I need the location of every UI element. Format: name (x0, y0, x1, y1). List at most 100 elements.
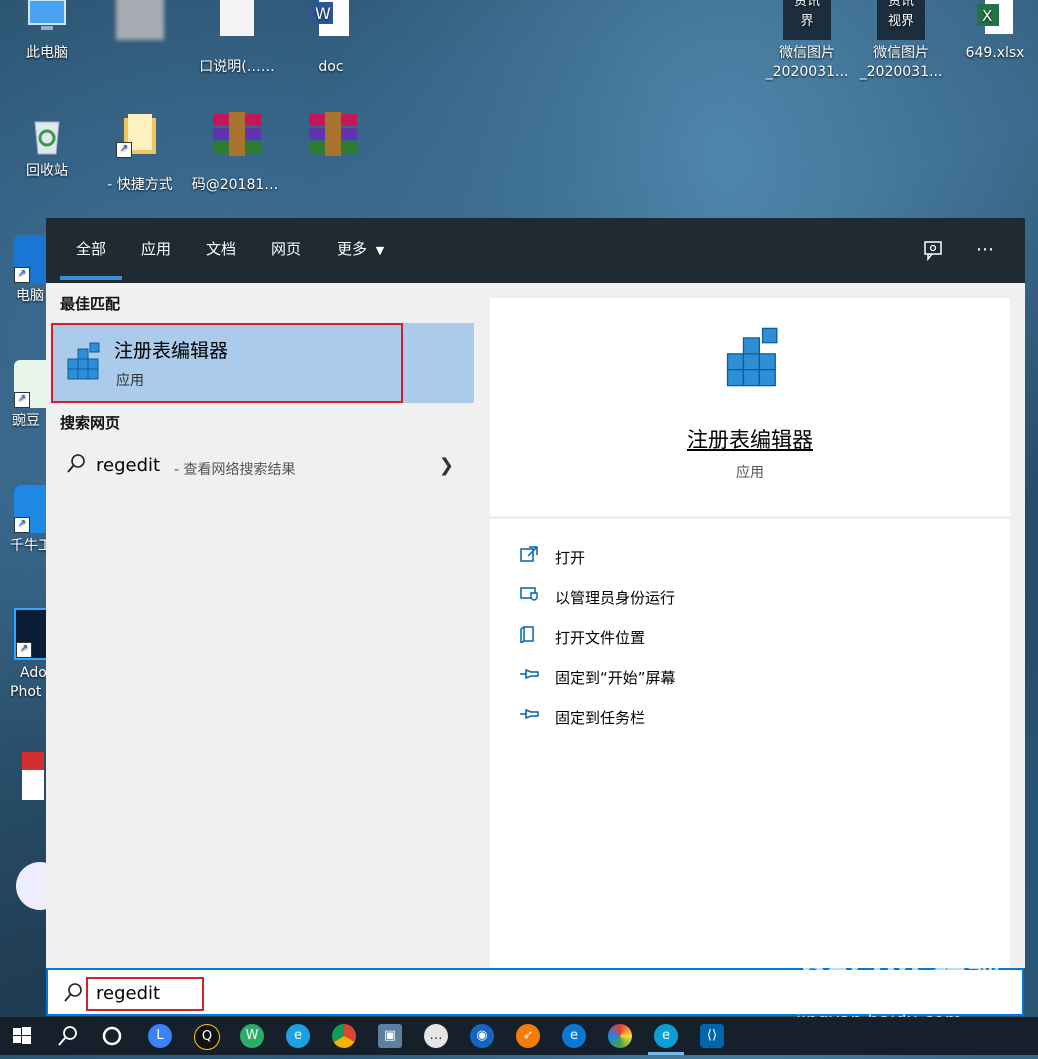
web-query-hint: - 查看网络搜索结果 (174, 462, 296, 478)
desktop-icon-news-1[interactable]: 资讯界 微信图片 _2020031... (762, 0, 852, 82)
best-match-heading: 最佳匹配 (60, 295, 121, 313)
search-input[interactable] (94, 978, 398, 1008)
detail-header: 注册表编辑器 应用 (490, 298, 1010, 519)
qr-image-icon (116, 0, 164, 40)
news-image-icon: 资讯界 (783, 0, 831, 40)
feedback-icon (924, 241, 942, 262)
app-l-icon: L (148, 1024, 172, 1048)
action-pin-to-start[interactable]: 固定到“开始”屏幕 (518, 661, 978, 691)
qq-icon: Q (194, 1024, 220, 1050)
tab-apps[interactable]: 应用 (141, 218, 171, 283)
chevron-right-icon[interactable]: ❯ (439, 455, 454, 476)
tab-more[interactable]: 更多 ▼ (337, 218, 384, 283)
taskbar-edge-beta[interactable]: e (644, 1017, 688, 1055)
action-pin-to-taskbar[interactable]: 固定到任务栏 (518, 701, 978, 731)
wechat-icon: W (240, 1024, 264, 1048)
taskbar-ie[interactable]: e (276, 1017, 320, 1055)
desktop-icon-news-2[interactable]: 资讯 视界 微信图片 _2020031... (856, 0, 946, 82)
taskbar-maps[interactable]: ◉ (460, 1017, 504, 1055)
taskbar-qq[interactable]: Q (184, 1017, 228, 1055)
shortcut-arrow-icon: ↗ (16, 642, 32, 658)
desktop-icon-folder-shortcut[interactable]: ↗ - 快捷方式 (95, 110, 185, 195)
compass-icon: ➶ (516, 1024, 540, 1048)
pdf-icon (22, 752, 44, 800)
shield-icon (518, 585, 540, 605)
baidu-watermark: Bai du 经验 (800, 948, 1001, 988)
cortana-button[interactable] (90, 1017, 134, 1055)
text-file-icon (213, 0, 261, 40)
ie-icon: e (286, 1024, 310, 1048)
start-button[interactable] (0, 1017, 44, 1055)
svg-text:W: W (315, 4, 331, 23)
winrar-archive-icon (307, 110, 357, 158)
action-open[interactable]: 打开 (518, 541, 978, 571)
maps-icon: ◉ (470, 1024, 494, 1048)
result-type: 应用 (116, 373, 144, 389)
taskbar-edge[interactable]: e (552, 1017, 596, 1055)
remote-icon: ▣ (378, 1024, 402, 1048)
folder-icon: ↗ (116, 110, 164, 158)
palette-icon (608, 1024, 632, 1048)
desktop-icon-this-pc[interactable]: 此电脑 (2, 0, 92, 63)
tab-web[interactable]: 网页 (271, 218, 301, 283)
vscode-icon: ⟨⟩ (700, 1024, 724, 1048)
excel-icon: X (971, 0, 1019, 40)
start-search-panel: 全部 应用 文档 网页 更多 ▼ ⋯ 最佳匹配 注册表编辑器 应用 搜索网页 r… (46, 218, 1025, 968)
open-icon (518, 545, 540, 565)
search-web-heading: 搜索网页 (60, 414, 121, 432)
search-filter-header: 全部 应用 文档 网页 更多 ▼ ⋯ (46, 218, 1025, 283)
chat-icon: … (424, 1024, 448, 1048)
edge-icon: e (562, 1024, 586, 1048)
feedback-button[interactable] (918, 235, 948, 265)
web-query-text: regedit (96, 455, 161, 476)
taskbar-compass[interactable]: ➶ (506, 1017, 550, 1055)
taskbar-remote[interactable]: ▣ (368, 1017, 412, 1055)
winrar-archive-icon (211, 110, 261, 158)
taskbar-app-l[interactable]: L (138, 1017, 182, 1055)
caret-down-icon: ▼ (375, 244, 385, 257)
taskbar-search-button[interactable] (45, 1017, 89, 1055)
taskbar-vscode[interactable]: ⟨⟩ (690, 1017, 734, 1055)
best-match-result[interactable]: 注册表编辑器 应用 (52, 323, 474, 403)
desktop-icon-archive-1[interactable]: 码@20181… (190, 110, 280, 195)
more-options-button[interactable]: ⋯ (970, 235, 1000, 265)
svg-text:X: X (982, 7, 992, 25)
search-icon (58, 1026, 77, 1046)
edge-beta-icon: e (654, 1024, 678, 1048)
pin-icon (518, 665, 540, 685)
desktop-icon-doc[interactable]: W doc (286, 0, 376, 77)
search-icon (62, 982, 84, 1009)
word-doc-icon: W (307, 0, 355, 40)
windows-start-icon (13, 1027, 31, 1044)
result-detail-pane: 注册表编辑器 应用 打开 以管理员身份运行 打开文件位置 固定到“开始”屏幕 固… (490, 298, 1010, 968)
monitor-icon (23, 0, 71, 40)
registry-editor-icon (62, 339, 106, 383)
pin-icon (518, 705, 540, 725)
desktop-icon-text-file[interactable]: 口说明(…… (192, 0, 282, 77)
desktop-icon-archive-2[interactable] (286, 110, 376, 162)
recycle-bin-icon (23, 110, 71, 158)
taskbar-chrome[interactable] (322, 1017, 366, 1055)
taskbar-wechat[interactable]: W (230, 1017, 274, 1055)
ellipsis-icon: ⋯ (976, 239, 994, 260)
registry-editor-large-icon (718, 322, 788, 392)
shortcut-arrow-icon: ↗ (14, 517, 30, 533)
action-open-file-location[interactable]: 打开文件位置 (518, 621, 978, 651)
taskbar-chat[interactable]: … (414, 1017, 458, 1055)
news-image-icon: 资讯 视界 (877, 0, 925, 40)
detail-app-type: 应用 (736, 465, 764, 481)
shortcut-arrow-icon: ↗ (116, 142, 132, 158)
desktop-icon-qr[interactable] (95, 0, 185, 63)
web-search-result[interactable]: regedit - 查看网络搜索结果 ❯ (52, 445, 474, 489)
action-run-as-admin[interactable]: 以管理员身份运行 (518, 581, 978, 611)
search-icon (66, 453, 86, 479)
detail-app-name[interactable]: 注册表编辑器 (490, 424, 1010, 454)
tab-all[interactable]: 全部 (59, 218, 123, 283)
desktop-icon-recycle-bin[interactable]: 回收站 (2, 110, 92, 181)
file-location-icon (518, 625, 540, 645)
tab-documents[interactable]: 文档 (206, 218, 236, 283)
taskbar: L Q W e ▣ … ◉ ➶ e e ⟨⟩ (0, 1017, 1038, 1055)
desktop-icon-excel[interactable]: X 649.xlsx (950, 0, 1038, 63)
shortcut-arrow-icon: ↗ (14, 392, 30, 408)
taskbar-palette[interactable] (598, 1017, 642, 1055)
